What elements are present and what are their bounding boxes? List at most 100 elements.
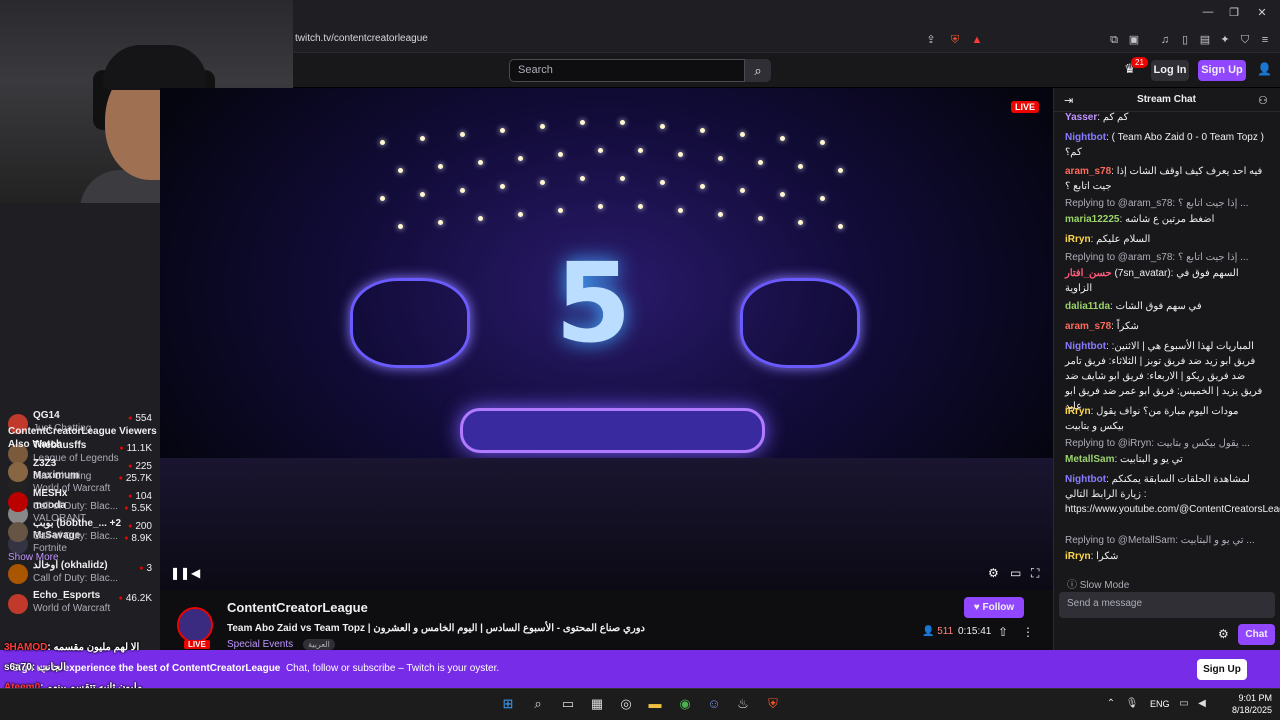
follow-button[interactable]: ♥ Follow bbox=[964, 597, 1024, 618]
sidebar-toggle-icon[interactable]: ▯ bbox=[1178, 33, 1192, 47]
signup-button[interactable]: Sign Up bbox=[1198, 60, 1246, 81]
language-indicator[interactable]: ENG bbox=[1150, 699, 1170, 709]
menu-icon[interactable]: ≡ bbox=[1258, 33, 1272, 47]
brave-icon[interactable]: ⛨ bbox=[764, 695, 782, 713]
sidebar-channel[interactable]: Echo_Esports World of Warcraft 46.2K bbox=[0, 589, 160, 619]
stage-light bbox=[598, 204, 603, 209]
wallet2-icon[interactable]: ▤ bbox=[1198, 33, 1212, 47]
chat-username[interactable]: Yasser bbox=[1065, 112, 1097, 123]
sidebar-channel[interactable]: Z3Z3 Just Chatting 225 bbox=[0, 457, 160, 487]
language-tag[interactable]: العربية bbox=[303, 639, 335, 650]
chrome-icon[interactable]: ◉ bbox=[676, 695, 694, 713]
clock-date[interactable]: 8/18/2025 bbox=[1212, 705, 1272, 715]
stage-light bbox=[420, 192, 425, 197]
maximize-icon[interactable]: ❐ bbox=[1226, 6, 1242, 19]
search-input[interactable]: Search bbox=[509, 59, 745, 82]
stage-light bbox=[398, 168, 403, 173]
chat-username[interactable]: Nightbot bbox=[1065, 132, 1106, 143]
streamer-name[interactable]: ContentCreatorLeague bbox=[227, 600, 368, 615]
stage-screen-right bbox=[740, 278, 860, 368]
chat-username[interactable]: MetallSam bbox=[1065, 454, 1114, 465]
settings-icon[interactable]: ⚙ bbox=[988, 566, 999, 580]
pause-icon[interactable]: ❚❚ bbox=[170, 566, 190, 580]
theatre-mode-icon[interactable]: ▭ bbox=[1010, 566, 1021, 580]
mic-tray-icon[interactable]: 🎙 bbox=[1123, 695, 1141, 713]
more-options-icon[interactable]: ⋮ bbox=[1022, 625, 1034, 639]
folder-icon[interactable]: ▬ bbox=[646, 695, 664, 713]
chat-username[interactable]: iRryn bbox=[1065, 406, 1091, 417]
search-taskbar-icon[interactable]: ⌕ bbox=[529, 695, 547, 713]
leo-ai-icon[interactable]: ✦ bbox=[1218, 33, 1232, 47]
chat-message: iRryn: شكرا bbox=[1065, 549, 1265, 564]
close-icon[interactable]: ✕ bbox=[1254, 6, 1270, 19]
tray-chevron-icon[interactable]: ⌃ bbox=[1102, 695, 1120, 713]
streamer-avatar[interactable] bbox=[177, 607, 213, 643]
volume-tray-icon[interactable]: ◀ bbox=[1193, 695, 1211, 713]
login-button[interactable]: Log In bbox=[1151, 60, 1189, 81]
clock-time[interactable]: 9:01 PM bbox=[1222, 693, 1272, 703]
chat-message: Nightbot: ( Team Abo Zaid 0 - 0 Team Top… bbox=[1065, 130, 1265, 160]
chat-username[interactable]: aram_s78 bbox=[1065, 321, 1111, 332]
viewer-count-value: 511 bbox=[937, 626, 954, 637]
show-more-link[interactable]: Show More bbox=[8, 552, 59, 563]
network-icon[interactable]: ▭ bbox=[1175, 695, 1193, 713]
category-link[interactable]: Special Events bbox=[227, 639, 293, 650]
chat-message: Nightbot: لمشاهدة الحلقات السابقة يمكنكم… bbox=[1065, 472, 1280, 517]
steam-icon[interactable]: ♨ bbox=[734, 695, 752, 713]
chat-settings-icon[interactable]: ⚙ bbox=[1218, 627, 1229, 641]
user-icon[interactable]: 👤 bbox=[1257, 62, 1272, 76]
stage-light bbox=[598, 148, 603, 153]
stage-light bbox=[438, 220, 443, 225]
sidebar-channel[interactable]: بوبب (bobthe_... +2 Call of Duty: Blac...… bbox=[0, 517, 160, 547]
obs-icon[interactable]: ◎ bbox=[617, 695, 635, 713]
extensions-icon[interactable]: ⧉ bbox=[1107, 33, 1121, 47]
chat-send-button[interactable]: Chat bbox=[1238, 624, 1275, 645]
chat-message: Yasser: كم كم bbox=[1065, 110, 1265, 125]
channel-avatar bbox=[8, 522, 28, 542]
channel-viewers: 3 bbox=[139, 563, 152, 574]
sidebar-channel[interactable]: MESHx Call of Duty: Blac... 104 bbox=[0, 487, 160, 517]
channel-name: بوبب (bobthe_... +2 bbox=[33, 518, 122, 529]
url-text[interactable]: twitch.tv/contentcreatorleague bbox=[295, 33, 428, 44]
sidebar-channel[interactable]: أوخالد (okhalidz)Call of Duty: Blac...3 bbox=[0, 559, 160, 589]
task-view-icon[interactable]: ▭ bbox=[559, 695, 577, 713]
app-icon[interactable]: ▦ bbox=[588, 695, 606, 713]
overlay-chat-line: s6a70: الجانب bbox=[4, 662, 66, 673]
search-button[interactable]: ⌕ bbox=[745, 59, 771, 82]
brave-rewards-icon[interactable]: ▲ bbox=[970, 33, 984, 47]
chat-username[interactable]: Nightbot bbox=[1065, 341, 1106, 352]
chat-username[interactable]: dalia11da bbox=[1065, 301, 1110, 312]
minimize-icon[interactable]: — bbox=[1200, 6, 1216, 18]
brave-shield-icon[interactable]: ⛨ bbox=[948, 33, 962, 47]
chat-message: MetallSam: تي يو و البتابيت bbox=[1065, 452, 1265, 467]
share-stream-icon[interactable]: ⇧ bbox=[998, 625, 1008, 639]
chat-username[interactable]: maria12225 bbox=[1065, 214, 1120, 225]
vpn-icon[interactable]: ⛉ bbox=[1238, 33, 1252, 47]
stage-light bbox=[540, 180, 545, 185]
chat-username[interactable]: iRryn bbox=[1065, 551, 1091, 562]
start-icon[interactable]: ⊞ bbox=[499, 695, 517, 713]
stage-light bbox=[478, 216, 483, 221]
chat-message: aram_s78: شكراً bbox=[1065, 319, 1265, 334]
stage-light bbox=[518, 156, 523, 161]
chat-input[interactable]: Send a message bbox=[1059, 592, 1275, 618]
channel-game: Call of Duty: Blac... bbox=[33, 531, 119, 542]
fullscreen-icon[interactable]: ⛶ bbox=[1031, 566, 1039, 581]
wallet-icon[interactable]: ▣ bbox=[1127, 33, 1141, 47]
music-icon[interactable]: ♫ bbox=[1158, 33, 1172, 47]
volume-icon[interactable]: ◀ bbox=[191, 566, 200, 580]
collapse-chat-icon[interactable]: ⇥ bbox=[1064, 94, 1073, 107]
chat-message: حسن_افتار (7sn_avatar): السهم فوق في الز… bbox=[1065, 266, 1265, 296]
chat-username[interactable]: حسن_افتار bbox=[1065, 268, 1112, 279]
chat-username[interactable]: iRryn bbox=[1065, 234, 1091, 245]
community-icon[interactable]: ⚇ bbox=[1258, 94, 1268, 107]
channel-viewers: 200 bbox=[128, 521, 152, 532]
discord-icon[interactable]: ☺ bbox=[705, 695, 723, 713]
share-icon[interactable]: ⇪ bbox=[924, 33, 938, 47]
chat-username[interactable]: aram_s78 bbox=[1065, 166, 1111, 177]
stage-light bbox=[620, 176, 625, 181]
chat-username[interactable]: Nightbot bbox=[1065, 474, 1106, 485]
chat-text: : تي يو و البتابيت bbox=[1114, 454, 1183, 465]
video-player[interactable]: 5 ❚❚ ◀ ⚙ ▭ ⛶ bbox=[160, 88, 1053, 590]
banner-signup-button[interactable]: Sign Up bbox=[1197, 659, 1247, 680]
